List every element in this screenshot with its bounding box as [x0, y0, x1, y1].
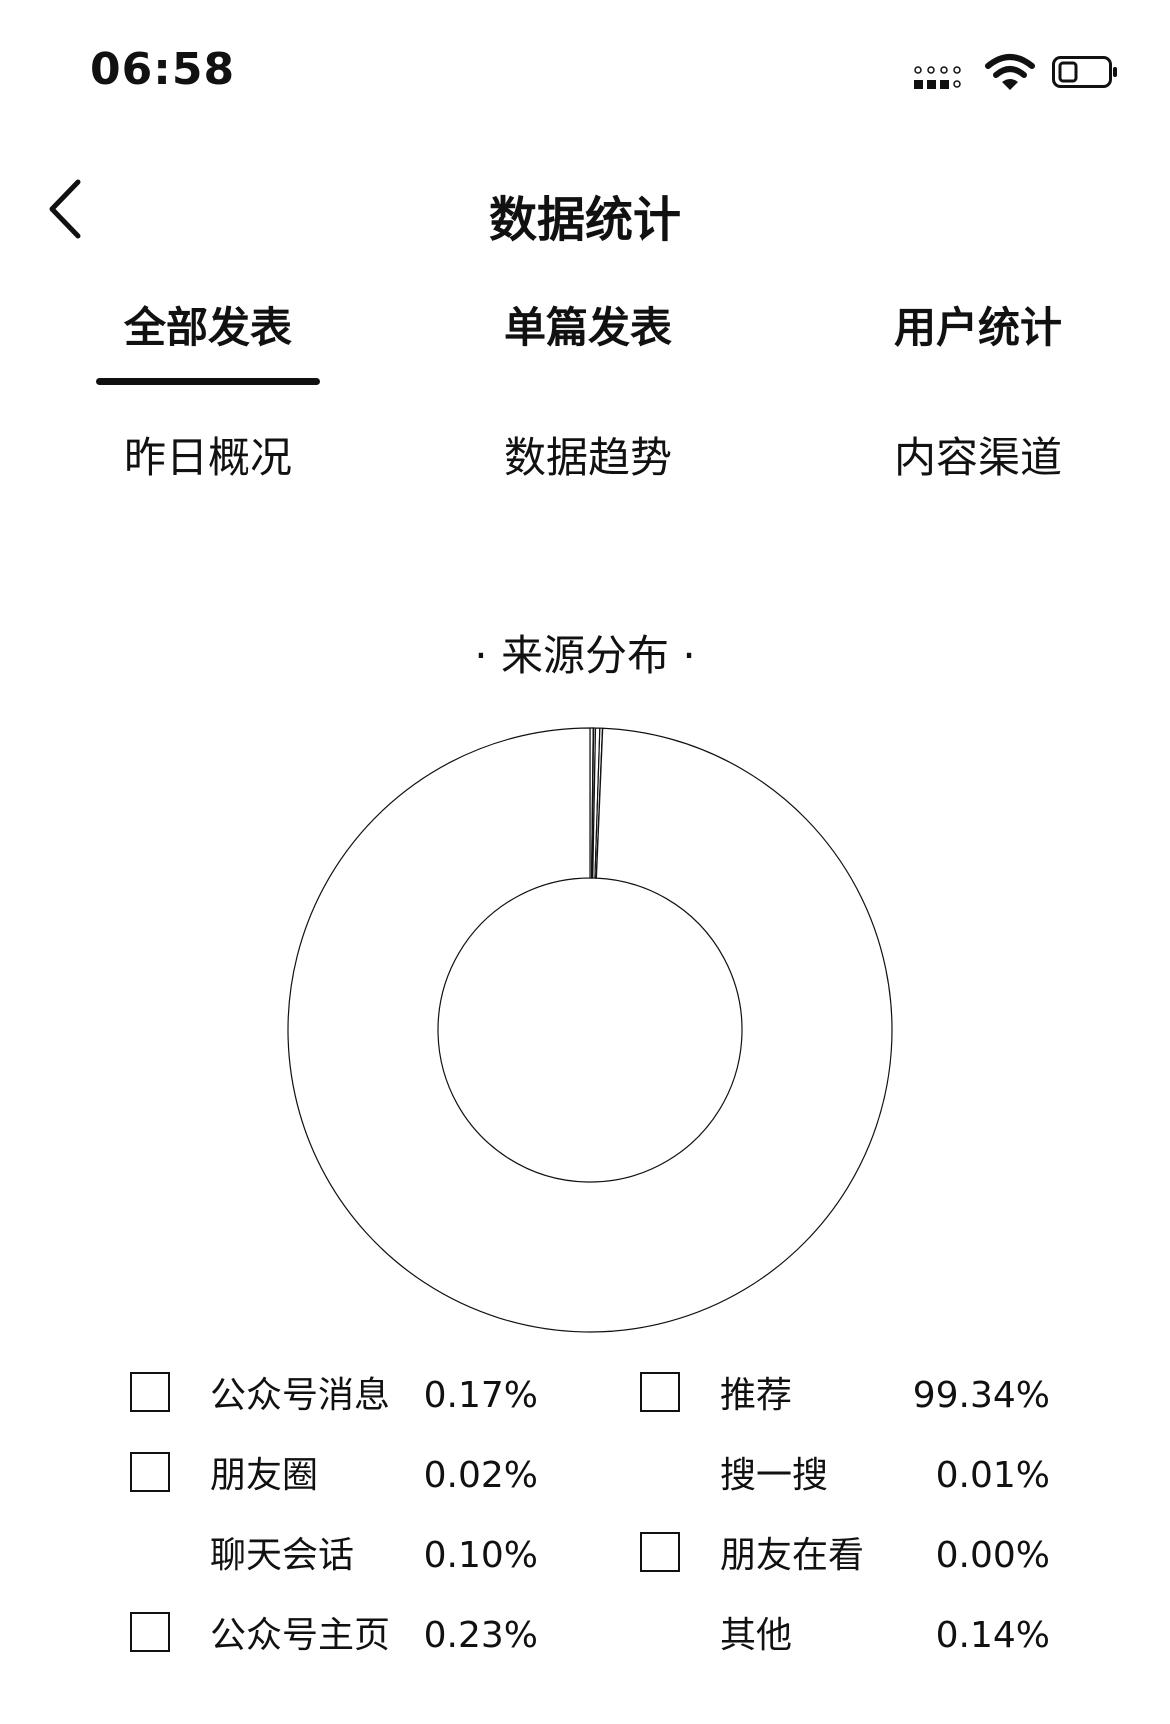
- legend-label: 其他: [720, 1615, 793, 1656]
- source-donut-chart: [287, 727, 893, 1333]
- tab-all-posts[interactable]: 全部发表: [90, 300, 326, 356]
- legend-value: 0.00%: [935, 1535, 1050, 1576]
- legend-item[interactable]: 其他 0.14%: [0, 1608, 1170, 1664]
- battery-icon: [1052, 56, 1118, 88]
- legend-item[interactable]: 推荐 99.34%: [0, 1368, 1170, 1424]
- legend-item[interactable]: 搜一搜 0.01%: [0, 1448, 1170, 1504]
- status-time: 06:58: [90, 44, 236, 95]
- legend-swatch: [640, 1532, 680, 1572]
- legend-value: 0.01%: [935, 1455, 1050, 1496]
- legend-item[interactable]: 朋友在看 0.00%: [0, 1528, 1170, 1584]
- cellular-signal-icon: [914, 62, 972, 94]
- page-title: 数据统计: [488, 192, 681, 248]
- chart-title: · 来源分布 ·: [474, 631, 696, 680]
- legend-label: 朋友在看: [720, 1535, 865, 1576]
- legend-swatch: [640, 1372, 680, 1412]
- legend-value: 0.14%: [935, 1615, 1050, 1656]
- legend-label: 推荐: [720, 1375, 793, 1416]
- active-tab-indicator: [96, 378, 320, 385]
- tab-user-stats[interactable]: 用户统计: [860, 300, 1096, 356]
- subtab-data-trend[interactable]: 数据趋势: [470, 430, 706, 486]
- subtab-yesterday-overview[interactable]: 昨日概况: [90, 430, 326, 486]
- donut-slice: [287, 727, 893, 1333]
- tab-single-post[interactable]: 单篇发表: [470, 300, 706, 356]
- subtab-content-channel[interactable]: 内容渠道: [860, 430, 1096, 486]
- legend-label: 搜一搜: [720, 1455, 829, 1496]
- wifi-icon: [984, 52, 1036, 94]
- legend-value: 99.34%: [912, 1375, 1050, 1416]
